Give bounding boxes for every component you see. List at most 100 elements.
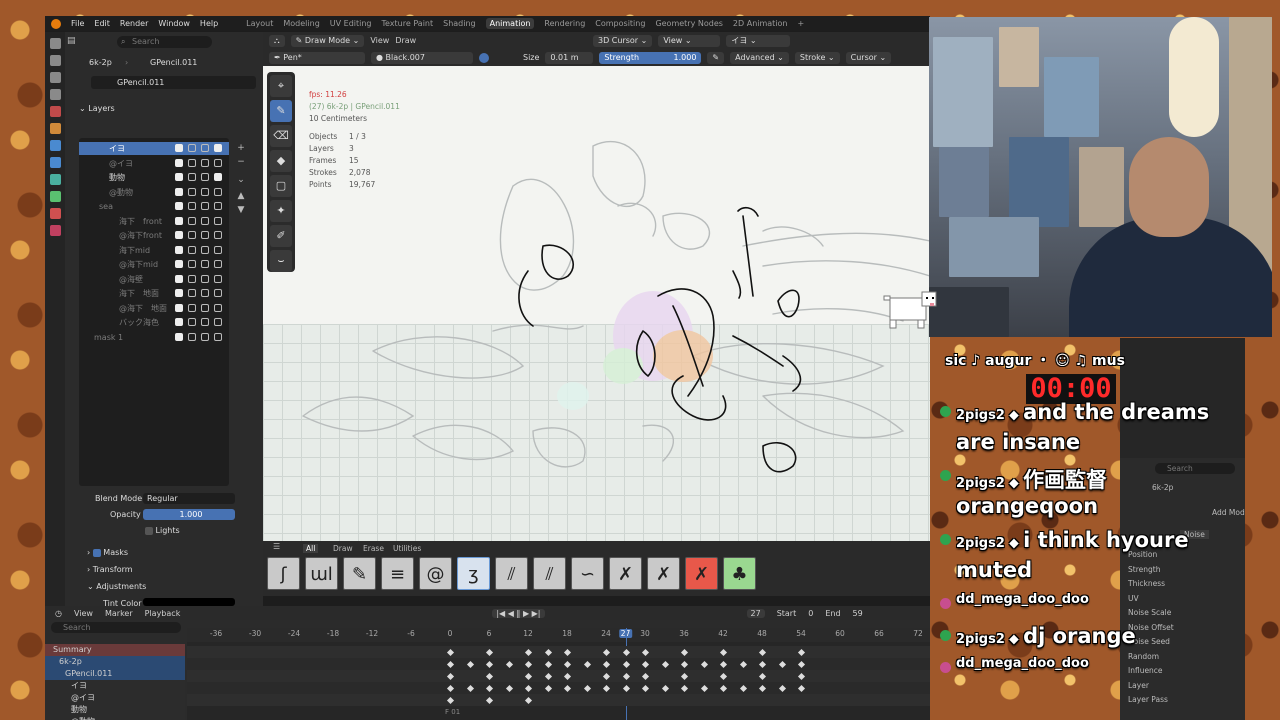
visibility-eye-icon[interactable] <box>201 303 209 312</box>
workspace-tab-texture-paint[interactable]: Texture Paint <box>382 19 434 28</box>
layer-specials-button[interactable]: ⌄ <box>235 174 247 186</box>
channel-row[interactable]: @イヨ <box>45 692 185 704</box>
keyframe[interactable] <box>641 660 650 669</box>
workspace-tab-modeling[interactable]: Modeling <box>283 19 319 28</box>
pressure-icon[interactable]: ✎ <box>707 52 725 64</box>
layer-row[interactable]: @海下mid <box>79 258 229 271</box>
keyframe[interactable] <box>739 684 747 693</box>
move-layer-down-button[interactable]: ▼ <box>235 204 247 216</box>
layer-row[interactable]: 海下 地面 <box>79 287 229 300</box>
brush-thumbnail[interactable]: ∽ <box>571 557 604 590</box>
active-layer-select[interactable]: イヨ ⌄ <box>726 35 791 47</box>
menu-render[interactable]: Render <box>120 19 148 28</box>
keyframe[interactable] <box>797 684 806 693</box>
keyframe[interactable] <box>524 684 533 693</box>
keyframe[interactable] <box>544 684 552 693</box>
playback-menu[interactable]: Playback <box>145 609 181 618</box>
keyframe[interactable] <box>524 648 533 657</box>
lock-icon[interactable] <box>214 245 222 254</box>
cursor-menu[interactable]: Cursor ⌄ <box>845 52 892 64</box>
eyedropper-tool[interactable]: ✐ <box>270 225 292 247</box>
brush-thumbnail[interactable]: ⫽ <box>533 557 566 590</box>
brush-thumbnail[interactable]: @ <box>419 557 452 590</box>
keyframe[interactable] <box>524 696 533 705</box>
lock-icon[interactable] <box>214 231 222 239</box>
keyframe[interactable] <box>661 684 669 693</box>
onion-skin-icon[interactable] <box>188 231 196 239</box>
onion-skin-icon[interactable] <box>188 332 196 341</box>
keyframe[interactable] <box>446 684 455 693</box>
keyframe[interactable] <box>505 684 513 693</box>
shelf-menu-icon[interactable]: ☰ <box>273 542 280 551</box>
keyframe[interactable] <box>544 648 552 657</box>
size-field[interactable]: 0.01 m <box>545 52 594 64</box>
keyframe[interactable] <box>758 648 767 657</box>
visibility-eye-icon[interactable] <box>201 144 209 152</box>
keyframe[interactable] <box>446 696 455 705</box>
mask-toggle-icon[interactable] <box>175 173 183 181</box>
layers-panel-header[interactable]: ⌄ Layers <box>79 104 115 113</box>
keyframe[interactable] <box>524 660 533 669</box>
brush-tab-erase[interactable]: Erase <box>363 544 384 553</box>
material-select[interactable]: ● Black.007 <box>371 52 473 64</box>
current-frame-field[interactable]: 27 <box>746 608 765 618</box>
workspace-tab-animation[interactable]: Animation <box>485 18 535 29</box>
keyframe[interactable] <box>778 660 786 669</box>
visibility-eye-icon[interactable] <box>201 231 209 239</box>
keyframe[interactable] <box>466 684 474 693</box>
material-tab-icon[interactable] <box>50 208 61 219</box>
keyframe[interactable] <box>563 660 572 669</box>
keyframe[interactable] <box>485 672 494 681</box>
workspace-tab-geometry-nodes[interactable]: Geometry Nodes <box>655 19 722 28</box>
keyframe[interactable] <box>466 660 474 669</box>
onion-skin-icon[interactable] <box>188 187 196 196</box>
mask-toggle-icon[interactable] <box>175 245 183 254</box>
opacity-slider[interactable]: 1.000 <box>143 509 235 520</box>
layer-row[interactable]: 動物 <box>79 171 229 184</box>
keyframe[interactable] <box>544 660 552 669</box>
keyframe[interactable] <box>797 660 806 669</box>
scene-tab-icon[interactable] <box>50 106 61 117</box>
keyframe[interactable] <box>602 648 611 657</box>
brush-thumbnail[interactable]: ✗ <box>609 557 642 590</box>
onion-skin-icon[interactable] <box>188 260 196 268</box>
keyframe[interactable] <box>485 684 494 693</box>
texture-tab-icon[interactable] <box>50 225 61 236</box>
keyframe[interactable] <box>602 672 611 681</box>
layer-row[interactable]: イヨ <box>79 142 229 155</box>
layer-row[interactable]: @海下front <box>79 229 229 242</box>
keyframe[interactable] <box>739 660 747 669</box>
view-menu[interactable]: View <box>370 35 389 48</box>
lock-icon[interactable] <box>214 274 222 283</box>
keyframe[interactable] <box>661 660 669 669</box>
onion-skin-icon[interactable] <box>188 173 196 181</box>
fill-tool[interactable]: ◆ <box>270 150 292 172</box>
move-layer-up-button[interactable]: ▲ <box>235 190 247 202</box>
keyframe[interactable] <box>563 672 572 681</box>
layer-row[interactable]: mask 1 <box>79 331 229 344</box>
end-field[interactable]: 59 <box>853 609 863 618</box>
blender-logo-icon[interactable] <box>51 18 61 29</box>
curve-tool[interactable]: ⌣ <box>270 250 292 272</box>
onion-skin-icon[interactable] <box>188 318 196 326</box>
channel-row[interactable]: 6k-2p <box>45 656 185 668</box>
view-orientation-select[interactable]: View ⌄ <box>658 35 721 47</box>
keyframe[interactable] <box>680 684 689 693</box>
render-tab-icon[interactable] <box>50 55 61 66</box>
onion-skin-icon[interactable] <box>188 144 196 152</box>
keyframe[interactable] <box>622 660 630 669</box>
workspace-tab-layout[interactable]: Layout <box>246 19 273 28</box>
keyframe[interactable] <box>583 660 591 669</box>
workspace-tab-rendering[interactable]: Rendering <box>544 19 585 28</box>
brush-tab-utilities[interactable]: Utilities <box>393 544 421 553</box>
keyframe[interactable] <box>797 648 806 657</box>
menu-file[interactable]: File <box>71 19 84 28</box>
masks-checkbox-icon[interactable] <box>92 548 101 557</box>
tint-tool[interactable]: ✦ <box>270 200 292 222</box>
onion-skin-icon[interactable] <box>188 216 196 225</box>
editor-type-button[interactable]: ⛬ <box>269 35 285 47</box>
lock-icon[interactable] <box>214 303 222 312</box>
visibility-eye-icon[interactable] <box>201 158 209 167</box>
add-layer-button[interactable]: + <box>235 142 247 154</box>
visibility-eye-icon[interactable] <box>201 332 209 341</box>
